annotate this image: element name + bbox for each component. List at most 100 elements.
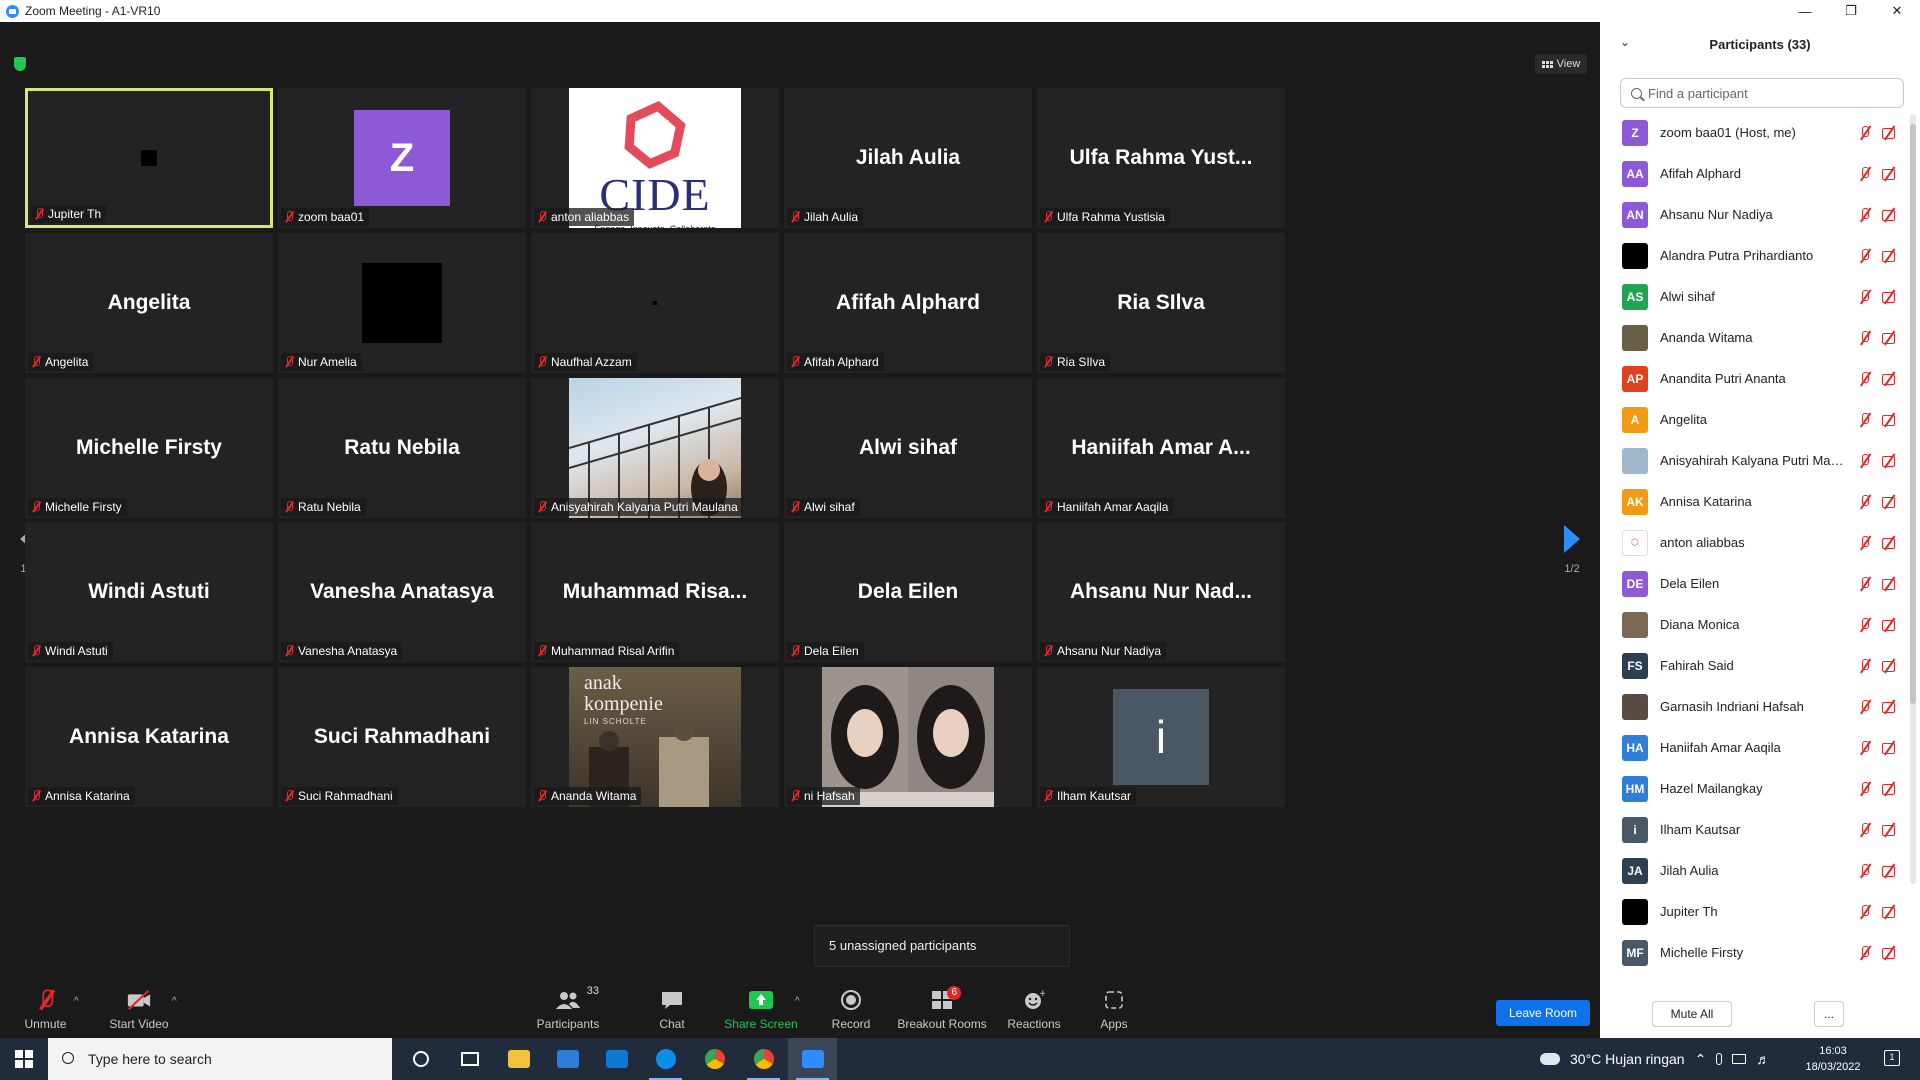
- video-tile[interactable]: CIDEEngage, Innovate, Collaborateanton a…: [531, 88, 779, 228]
- more-options-button[interactable]: ...: [1814, 1001, 1844, 1027]
- participant-list-item[interactable]: HA Haniifah Amar Aaqila: [1600, 727, 1910, 768]
- microphone-muted-icon[interactable]: [1857, 699, 1873, 714]
- zoom-taskbar-icon[interactable]: [788, 1038, 837, 1080]
- unmute-button[interactable]: Unmute: [18, 984, 73, 1038]
- participant-list-item[interactable]: AA Afifah Alphard: [1600, 153, 1910, 194]
- notification-icon[interactable]: 1: [1884, 1050, 1900, 1066]
- video-tile[interactable]: Ulfa Rahma Yust... Ulfa Rahma Yustisia: [1037, 88, 1285, 228]
- microphone-muted-icon[interactable]: [1857, 371, 1873, 386]
- reactions-button[interactable]: + Reactions: [1004, 984, 1064, 1038]
- chat-button[interactable]: Chat: [652, 984, 692, 1038]
- microphone-muted-icon[interactable]: [1857, 904, 1873, 919]
- participant-list-item[interactable]: MF Michelle Firsty: [1600, 932, 1910, 973]
- participant-list-item[interactable]: JA Jilah Aulia: [1600, 850, 1910, 891]
- participant-list-item[interactable]: A Angelita: [1600, 399, 1910, 440]
- microphone-muted-icon[interactable]: [1857, 248, 1873, 263]
- mail-icon[interactable]: [592, 1038, 641, 1080]
- video-tile[interactable]: Jupiter Th: [25, 88, 273, 228]
- microphone-icon[interactable]: [1716, 1053, 1723, 1065]
- video-tile[interactable]: Nur Amelia: [278, 233, 526, 373]
- microphone-muted-icon[interactable]: [1857, 535, 1873, 550]
- participant-list-item[interactable]: DE Dela Eilen: [1600, 563, 1910, 604]
- apps-button[interactable]: Apps: [1096, 984, 1132, 1038]
- maximize-button[interactable]: ❐: [1828, 0, 1874, 22]
- microphone-muted-icon[interactable]: [1857, 617, 1873, 632]
- microphone-muted-icon[interactable]: [1857, 576, 1873, 591]
- weather-cloud-icon[interactable]: [1540, 1053, 1560, 1065]
- video-tile[interactable]: Afifah Alphard Afifah Alphard: [784, 233, 1032, 373]
- file-explorer-icon[interactable]: [494, 1038, 543, 1080]
- participant-list-item[interactable]: AP Anandita Putri Ananta: [1600, 358, 1910, 399]
- video-tile[interactable]: i Ilham Kautsar: [1037, 667, 1285, 807]
- microphone-muted-icon[interactable]: [1857, 658, 1873, 673]
- mute-all-button[interactable]: Mute All: [1652, 1001, 1732, 1027]
- video-tile[interactable]: Muhammad Risa... Muhammad Risal Arifin: [531, 522, 779, 662]
- teamviewer-icon[interactable]: [641, 1038, 690, 1080]
- video-tile[interactable]: Ratu Nebila Ratu Nebila: [278, 378, 526, 518]
- video-tile[interactable]: Dela Eilen Dela Eilen: [784, 522, 1032, 662]
- microphone-muted-icon[interactable]: [1857, 945, 1873, 960]
- video-tile[interactable]: Haniifah Amar A... Haniifah Amar Aaqila: [1037, 378, 1285, 518]
- participant-search-input[interactable]: Find a participant: [1620, 78, 1904, 108]
- microphone-muted-icon[interactable]: [1857, 822, 1873, 837]
- video-tile[interactable]: Ahsanu Nur Nad... Ahsanu Nur Nadiya: [1037, 522, 1285, 662]
- cortana-icon[interactable]: [396, 1038, 445, 1080]
- participant-list-item[interactable]: Diana Monica: [1600, 604, 1910, 645]
- chrome-icon[interactable]: [690, 1038, 739, 1080]
- microphone-muted-icon[interactable]: [1857, 494, 1873, 509]
- participant-list-item[interactable]: i Ilham Kautsar: [1600, 809, 1910, 850]
- participant-list-item[interactable]: Alandra Putra Prihardianto: [1600, 235, 1910, 276]
- start-video-button[interactable]: Start Video: [104, 984, 174, 1038]
- microphone-muted-icon[interactable]: [1857, 166, 1873, 181]
- microphone-muted-icon[interactable]: [1857, 289, 1873, 304]
- chrome-profile-icon[interactable]: [739, 1038, 788, 1080]
- participants-scrollbar[interactable]: [1910, 114, 1916, 884]
- breakout-rooms-button[interactable]: 6 Breakout Rooms: [896, 984, 988, 1038]
- participants-button[interactable]: 33 Participants: [530, 984, 606, 1038]
- participant-list-item[interactable]: FS Fahirah Said: [1600, 645, 1910, 686]
- minimize-button[interactable]: —: [1782, 0, 1828, 22]
- participant-list-item[interactable]: Anisyahirah Kalyana Putri Maul...: [1600, 440, 1910, 481]
- microphone-muted-icon[interactable]: [1857, 453, 1873, 468]
- video-tile[interactable]: Michelle Firsty Michelle Firsty: [25, 378, 273, 518]
- microphone-muted-icon[interactable]: [1857, 863, 1873, 878]
- microphone-muted-icon[interactable]: [1857, 781, 1873, 796]
- taskbar-search-input[interactable]: Type here to search: [48, 1038, 392, 1080]
- microphone-muted-icon[interactable]: [1857, 740, 1873, 755]
- participant-list-item[interactable]: HM Hazel Mailangkay: [1600, 768, 1910, 809]
- video-tile[interactable]: Angelita Angelita: [25, 233, 273, 373]
- view-button[interactable]: View: [1535, 54, 1587, 74]
- participant-list-item[interactable]: Garnasih Indriani Hafsah: [1600, 686, 1910, 727]
- video-tile[interactable]: Naufhal Azzam: [531, 233, 779, 373]
- chevron-up-icon[interactable]: ⌃: [1695, 1051, 1707, 1068]
- taskbar-clock[interactable]: 16:03 18/03/2022: [1790, 1043, 1876, 1075]
- participant-list-item[interactable]: ⬡ anton aliabbas: [1600, 522, 1910, 563]
- microphone-muted-icon[interactable]: [1857, 125, 1873, 140]
- network-icon[interactable]: [1732, 1054, 1747, 1064]
- participant-list-item[interactable]: Ananda Witama: [1600, 317, 1910, 358]
- record-button[interactable]: Record: [826, 984, 876, 1038]
- task-view-icon[interactable]: [445, 1038, 494, 1080]
- volume-icon[interactable]: ♬: [1756, 1051, 1770, 1067]
- video-tile[interactable]: ni Hafsah: [784, 667, 1032, 807]
- participant-list-item[interactable]: Jupiter Th: [1600, 891, 1910, 932]
- microphone-muted-icon[interactable]: [1857, 412, 1873, 427]
- security-shield-icon[interactable]: [14, 57, 26, 71]
- video-tile[interactable]: Anisyahirah Kalyana Putri Maulana: [531, 378, 779, 518]
- video-tile[interactable]: Windi Astuti Windi Astuti: [25, 522, 273, 662]
- microphone-muted-icon[interactable]: [1857, 330, 1873, 345]
- participant-list-item[interactable]: AK Annisa Katarina: [1600, 481, 1910, 522]
- video-options-caret[interactable]: ^: [172, 996, 177, 1007]
- participant-list-item[interactable]: AS Alwi sihaf: [1600, 276, 1910, 317]
- video-tile[interactable]: Annisa Katarina Annisa Katarina: [25, 667, 273, 807]
- participant-list-item[interactable]: Zzoom baa01 (Host, me): [1600, 112, 1910, 153]
- video-tile[interactable]: Jilah Aulia Jilah Aulia: [784, 88, 1032, 228]
- start-button[interactable]: [0, 1038, 48, 1080]
- chevron-down-icon[interactable]: ⌄: [1620, 35, 1630, 49]
- close-button[interactable]: ✕: [1874, 0, 1920, 22]
- weather-text[interactable]: 30°C Hujan ringan: [1570, 1051, 1685, 1067]
- share-options-caret[interactable]: ^: [795, 996, 800, 1007]
- video-tile[interactable]: Suci Rahmadhani Suci Rahmadhani: [278, 667, 526, 807]
- video-tile[interactable]: anak kompenie LIN SCHOLTE Ananda Witama: [531, 667, 779, 807]
- share-screen-button[interactable]: Share Screen: [722, 984, 800, 1038]
